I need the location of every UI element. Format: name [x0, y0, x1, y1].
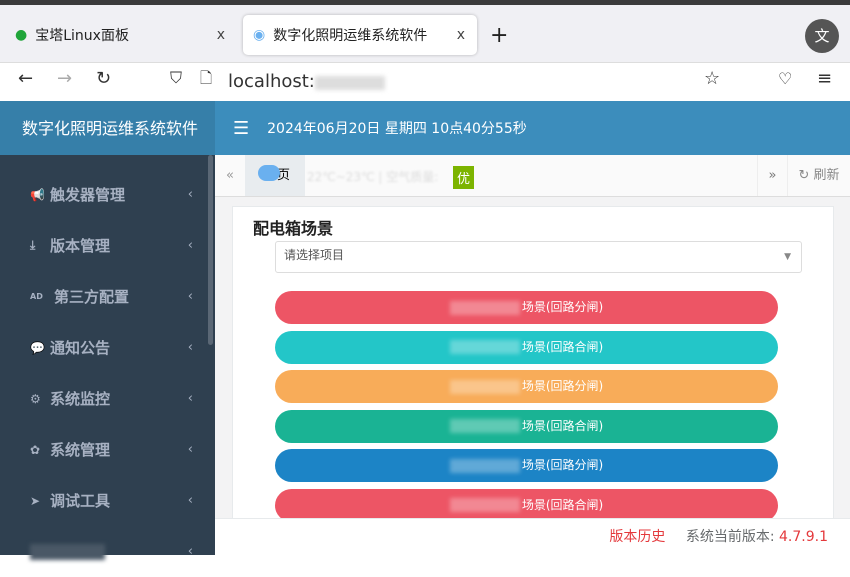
- sidebar-item-label: 通知公告: [50, 339, 111, 357]
- browser-tab-baota[interactable]: ● 宝塔Linux面板 x: [5, 15, 237, 55]
- site-favicon-icon: ◉: [253, 27, 266, 43]
- main-content: 配电箱场景 请选择项目 ▼ 场景(回路分闸) 场景(回路合闸) 场景(回路分闸) 场景(…: [215, 197, 850, 526]
- blurred-name: [449, 498, 520, 512]
- sidebar-item-label: 版本管理: [50, 237, 111, 255]
- blurred-name: [449, 379, 520, 394]
- scene-button-label: 场景(回路分闸): [521, 458, 604, 472]
- close-tab-icon[interactable]: x: [217, 27, 225, 43]
- chevron-left-icon: ‹: [187, 238, 193, 253]
- page-icon: 🗋: [200, 69, 213, 87]
- refresh-button[interactable]: ↻ 刷新: [787, 155, 850, 196]
- paper-plane-icon: ➤: [30, 493, 41, 508]
- baota-icon: ●: [15, 27, 28, 43]
- rain-cloud-icon: [258, 165, 280, 181]
- comment-icon: 💬: [30, 340, 45, 355]
- address-bar: ← → ↻ ⛉ 🗋 localhost: ☆ ♡ ≡: [0, 63, 850, 101]
- tab-title: 宝塔Linux面板: [35, 28, 129, 44]
- scene-button[interactable]: 场景(回路分闸): [275, 449, 778, 482]
- page-tabs-row: « 页 22℃~23℃ | 空气质量: 优 » ↻ 刷新: [215, 155, 850, 197]
- sidebar-item-versions[interactable]: ⤓ 版本管理 ‹: [0, 220, 215, 271]
- reload-icon[interactable]: ↻: [96, 68, 111, 89]
- sidebar-item-blurred[interactable]: ‹: [0, 526, 215, 577]
- download-icon: ⤓: [30, 238, 36, 252]
- version-label: 系统当前版本:: [685, 529, 775, 545]
- forward-icon[interactable]: →: [57, 68, 72, 89]
- pocket-icon[interactable]: ♡: [778, 69, 792, 88]
- air-quality-badge: 优: [453, 166, 475, 189]
- menu-icon[interactable]: ≡: [817, 68, 832, 89]
- new-tab-button[interactable]: +: [490, 23, 508, 48]
- sidebar-item-label: 触发器管理: [50, 186, 126, 204]
- scene-card: 配电箱场景 请选择项目 ▼ 场景(回路分闸) 场景(回路合闸) 场景(回路分闸) 场景(…: [232, 206, 834, 526]
- chevron-left-icon: ‹: [187, 493, 193, 508]
- footer: 版本历史 系统当前版本: 4.7.9.1: [215, 518, 850, 555]
- back-icon[interactable]: ←: [18, 68, 33, 89]
- sidebar-item-label: 第三方配置: [54, 288, 130, 306]
- scene-button[interactable]: 场景(回路合闸): [275, 409, 778, 443]
- scene-button-label: 场景(回路分闸): [521, 379, 604, 393]
- chevron-left-icon: ‹: [187, 391, 193, 406]
- blurred-name: [449, 340, 520, 354]
- sidebar-scrollbar[interactable]: [208, 155, 213, 345]
- chevron-left-icon: ‹: [187, 187, 193, 202]
- sidebar-item-label: 系统监控: [50, 390, 111, 408]
- hamburger-menu-icon[interactable]: ☰: [233, 118, 249, 139]
- sidebar-item-system[interactable]: ✿ 系统管理 ‹: [0, 424, 215, 475]
- tab-title: 数字化照明运维系统软件: [273, 28, 428, 44]
- caret-down-icon: ▼: [784, 252, 791, 262]
- scene-button-label: 场景(回路合闸): [521, 497, 604, 512]
- scene-button[interactable]: 场景(回路合闸): [275, 488, 778, 522]
- sidebar-item-monitoring[interactable]: ⚙ 系统监控 ‹: [0, 373, 215, 424]
- refresh-label: 刷新: [813, 168, 840, 183]
- version-history-link[interactable]: 版本历史: [609, 529, 665, 545]
- close-tab-icon[interactable]: x: [457, 27, 465, 43]
- scene-button-label: 场景(回路分闸): [521, 300, 604, 314]
- version-number: 4.7.9.1: [779, 529, 828, 545]
- sidebar-item-triggers[interactable]: 📢 触发器管理 ‹: [0, 169, 215, 220]
- gear-icon: ✿: [30, 442, 41, 457]
- blurred-name: [449, 300, 520, 315]
- chevron-left-icon: ‹: [187, 289, 193, 304]
- blurred-name: [449, 458, 520, 473]
- chevron-left-icon: ‹: [187, 340, 193, 355]
- sidebar-item-notices[interactable]: 💬 通知公告 ‹: [0, 322, 215, 373]
- current-datetime: 2024年06月20日 星期四 10点40分55秒: [267, 121, 527, 137]
- chevron-left-icon: ‹: [187, 544, 193, 559]
- shield-icon[interactable]: ⛉: [170, 68, 182, 88]
- sidebar-item-third-party[interactable]: AD 第三方配置 ‹: [0, 271, 215, 322]
- scroll-right-icon[interactable]: »: [757, 155, 787, 196]
- top-header: ☰ 2024年06月20日 星期四 10点40分55秒: [215, 101, 850, 155]
- chevron-left-icon: ‹: [187, 442, 193, 457]
- blurred-label: [30, 543, 105, 560]
- scroll-left-icon[interactable]: «: [215, 155, 245, 196]
- scene-button[interactable]: 场景(回路分闸): [275, 370, 778, 403]
- card-title: 配电箱场景: [253, 219, 334, 238]
- browser-tab-app[interactable]: ◉ 数字化照明运维系统软件 x: [243, 15, 477, 55]
- bookmark-star-icon[interactable]: ☆: [704, 68, 720, 89]
- project-select[interactable]: 请选择项目 ▼: [275, 241, 802, 273]
- select-placeholder: 请选择项目: [284, 248, 345, 262]
- sidebar-item-label: 调试工具: [50, 492, 111, 510]
- translate-icon[interactable]: 文: [805, 19, 839, 53]
- scene-button-label: 场景(回路合闸): [521, 418, 604, 433]
- bullhorn-icon: 📢: [30, 187, 45, 202]
- scene-button[interactable]: 场景(回路分闸): [275, 291, 778, 324]
- scene-button-label: 场景(回路合闸): [521, 339, 604, 354]
- scene-button[interactable]: 场景(回路合闸): [275, 330, 778, 364]
- cogs-icon: ⚙: [30, 391, 41, 406]
- app-brand: 数字化照明运维系统软件: [0, 101, 215, 155]
- sidebar-item-debug[interactable]: ➤ 调试工具 ‹: [0, 475, 215, 526]
- sidebar: 数字化照明运维系统软件 📢 触发器管理 ‹ ⤓ 版本管理 ‹ AD 第三方配置 ‹ 💬 通知公…: [0, 101, 215, 560]
- browser-tab-bar: ● 宝塔Linux面板 x ◉ 数字化照明运维系统软件 x + 文: [0, 5, 850, 63]
- blurred-name: [449, 419, 520, 433]
- ad-icon: AD: [30, 292, 43, 301]
- sidebar-item-label: 系统管理: [50, 441, 111, 459]
- weather-text: 22℃~23℃ | 空气质量:: [307, 170, 439, 184]
- url-input[interactable]: localhost:: [228, 71, 385, 92]
